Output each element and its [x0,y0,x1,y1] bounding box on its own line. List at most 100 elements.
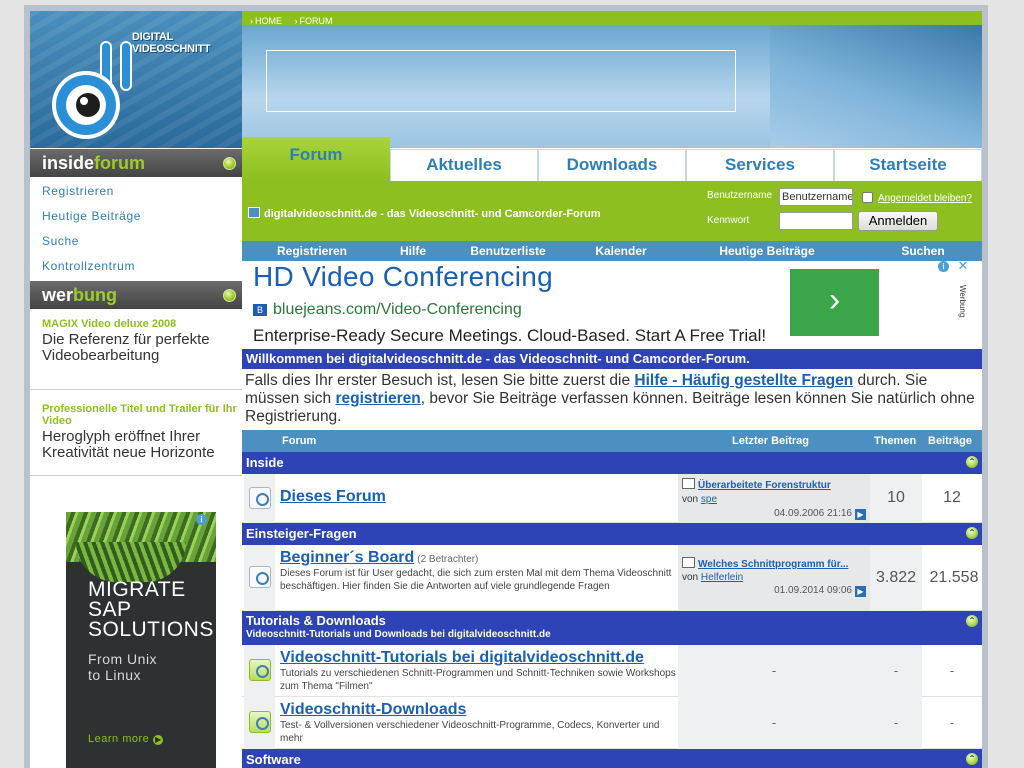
ad-learn-more-link[interactable]: Learn more ▶ [88,733,164,745]
last-post-user-link[interactable]: spe [701,494,717,505]
ad-leaf-image [76,542,186,582]
last-post-cell: Überarbeitete Forenstruktur von spe 04.0… [678,474,870,523]
remember-me-checkbox[interactable] [862,192,873,203]
col-forum: Forum [282,435,317,447]
remember-me-label[interactable]: Angemeldet bleiben? [878,193,972,204]
sidebar-link-heutige-beitraege[interactable]: Heutige Beiträge [30,206,242,231]
last-post-date: 04.09.2006 21:16 ▶ [774,508,866,520]
beitraege-count: 12 [943,489,961,506]
forum-description: Dieses Forum ist für User gedacht, die s… [280,568,672,592]
ad-headline: MIGRATE SAP SOLUTIONS [88,578,214,641]
forum-title[interactable]: digitalvideoschnitt.de - das Videoschnit… [248,207,601,220]
collapse-icon[interactable]: ⌃ [966,456,978,468]
adchoices-icon[interactable]: i [938,261,949,272]
forum-viewers: (2 Betrachter) [417,554,479,565]
site-logo[interactable]: DIGITAL VIDEOSCHNITT [30,11,242,148]
sidebar-inside-forum-header: insideforum [30,149,242,177]
sidebar-link-suche[interactable]: Suche [30,231,242,256]
last-post-title-link[interactable]: Welches Schnittprogramm für... [698,559,848,570]
tab-forum[interactable]: Forum [242,137,390,181]
sidebar-promo[interactable]: MAGIX Video deluxe 2008 Die Referenz für… [42,318,238,364]
tab-startseite[interactable]: Startseite [834,149,982,181]
forum-row: Dieses Forum Überarbeitete Forenstruktur… [242,474,982,523]
subnav-hilfe[interactable]: Hilfe [382,241,444,261]
sidebar-link-registrieren[interactable]: Registrieren [30,181,242,206]
promo-desc: Die Referenz für perfekte Videobearbeitu… [42,331,210,364]
welcome-header: Willkommen bei digitalvideoschnitt.de - … [242,349,982,369]
sidebar-divider [30,475,242,476]
themen-count: 3.822 [875,569,917,586]
post-icon [682,478,695,489]
tab-aktuelles[interactable]: Aktuelles [390,149,538,181]
go-to-last-post-icon[interactable]: ▶ [855,509,866,520]
sidebar-ad[interactable]: i MIGRATE SAP SOLUTIONS From Unix to Lin… [66,512,216,768]
themen-count: - [893,663,899,678]
forum-status-icon [244,645,275,697]
promo-title[interactable]: MAGIX Video deluxe 2008 [42,318,238,330]
last-post-cell: - [678,697,870,749]
category-header[interactable]: Inside ⌃ [242,452,982,474]
promo-title[interactable]: Professionelle Titel und Trailer für Ihr… [42,403,238,427]
collapse-icon[interactable]: ⌃ [966,753,978,765]
text-ad[interactable]: HD Video Conferencing Bbluejeans.com/Vid… [242,259,982,349]
forum-name-link[interactable]: Beginner´s Board [280,549,414,566]
close-icon[interactable]: ✕ [956,259,970,273]
promo-desc: Heroglyph eröffnet Ihrer Kreativität neu… [42,428,215,461]
beitraege-count: - [949,663,955,678]
forum-name-link[interactable]: Videoschnitt-Downloads [280,701,466,718]
forum-status-icon [244,697,275,749]
collapse-icon[interactable]: ⌃ [966,527,978,539]
register-link[interactable]: registrieren [335,390,420,407]
page-frame: DIGITAL VIDEOSCHNITT HOME FORUM Forum Ak… [24,5,988,768]
sidebar-toggle-icon[interactable] [223,289,236,302]
category-header[interactable]: Software ⌃ [242,749,982,768]
tab-downloads[interactable]: Downloads [538,149,686,181]
ad-label: Werbung [958,285,967,318]
last-post-user-link[interactable]: Helferlein [701,572,743,583]
sidebar-promo[interactable]: Professionelle Titel und Trailer für Ihr… [42,403,238,461]
ad-headline[interactable]: HD Video Conferencing [253,261,553,293]
banner-ad-slot[interactable] [266,50,736,112]
adchoices-icon[interactable]: i [196,514,207,525]
main-content: digitalvideoschnitt.de - das Videoschnit… [242,181,982,768]
subnav-registrieren[interactable]: Registrieren [242,241,382,261]
username-input[interactable]: Benutzername [779,188,853,206]
forum-info: Beginner´s Board (2 Betrachter) Dieses Fo… [280,549,678,593]
logo-eye-icon [52,41,132,139]
sidebar-divider [30,389,242,390]
subnav-kalender[interactable]: Kalender [572,241,670,261]
logo-line1: DIGITAL [132,31,174,43]
themen-count: 10 [887,489,905,506]
category-header[interactable]: Einsteiger-Fragen ⌃ [242,523,982,545]
login-button[interactable]: Anmelden [858,211,938,231]
username-label: Benutzername [707,190,773,201]
ad-go-button[interactable]: › [790,269,879,336]
page-inner: DIGITAL VIDEOSCHNITT HOME FORUM Forum Ak… [30,11,982,768]
subnav-benutzerliste[interactable]: Benutzerliste [444,241,572,261]
faq-link[interactable]: Hilfe - Häufig gestellte Fragen [634,372,853,389]
forum-row: Videoschnitt-Downloads Test- & Vollversi… [242,697,982,749]
forum-description: Test- & Vollversionen verschiedener Vide… [280,720,660,744]
collapse-icon[interactable]: ⌃ [966,615,978,627]
sidebar-toggle-icon[interactable] [223,157,236,170]
beitraege-count: 21.558 [929,569,979,586]
subnav-heutige-beitraege[interactable]: Heutige Beiträge [670,241,864,261]
sidebar-werbung-header: werbung [30,281,242,309]
ad-description: Enterprise-Ready Secure Meetings. Cloud-… [253,326,767,345]
header-photo [770,25,982,148]
logo-line2: VIDEOSCHNITT [132,43,211,55]
forum-status-icon [244,545,275,611]
forum-status-icon [244,474,275,523]
sidebar-link-kontrollzentrum[interactable]: Kontrollzentrum [30,256,242,281]
last-post-title-link[interactable]: Überarbeitete Forenstruktur [698,480,831,491]
forum-name-link[interactable]: Videoschnitt-Tutorials bei digitalvideos… [280,649,644,666]
arrow-right-icon: ▶ [153,735,164,745]
tab-services[interactable]: Services [686,149,834,181]
go-to-last-post-icon[interactable]: ▶ [855,586,866,597]
category-header[interactable]: Tutorials & Downloads Videoschnitt-Tutor… [242,611,982,645]
last-post-cell: - [678,645,870,697]
last-post-cell: Welches Schnittprogramm für... von Helfe… [678,545,870,611]
password-input[interactable] [779,212,853,230]
forum-name-link[interactable]: Dieses Forum [280,488,386,505]
ad-url[interactable]: Bbluejeans.com/Video-Conferencing [253,301,522,319]
